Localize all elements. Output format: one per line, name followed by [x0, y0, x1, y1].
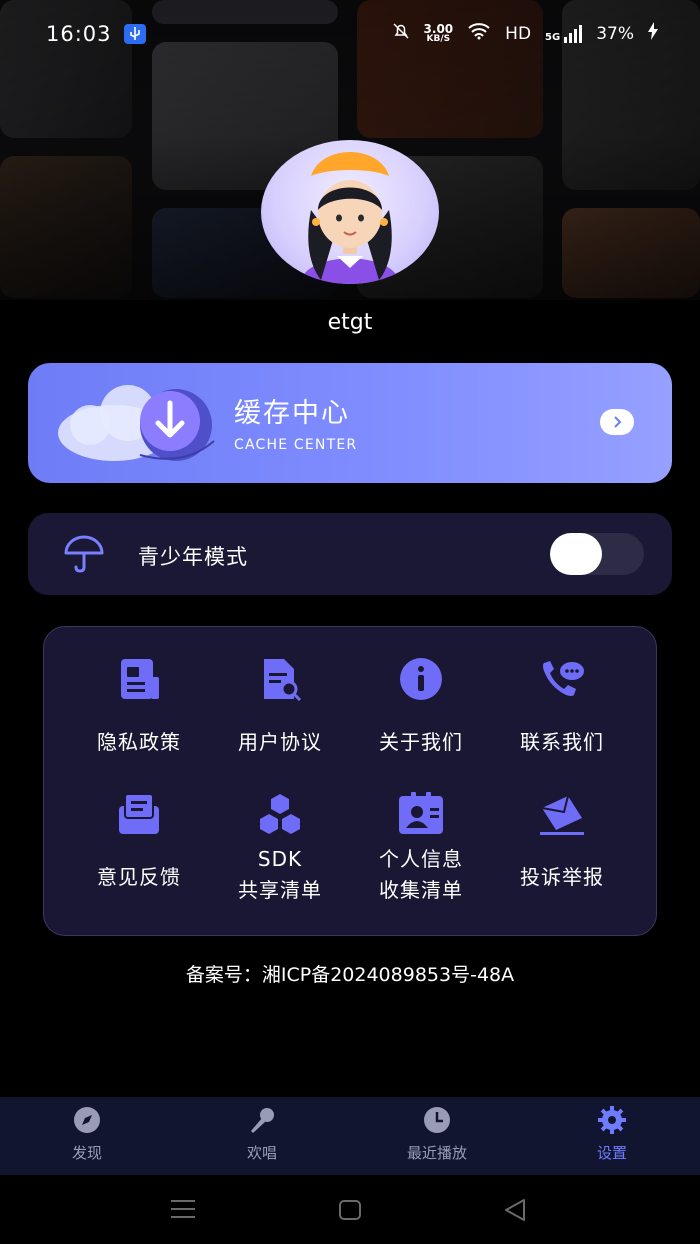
home-icon[interactable]: [338, 1199, 362, 1225]
status-time: 16:03: [46, 22, 112, 46]
icp-record[interactable]: 备案号：湘ICP备2024089853号-48A: [0, 960, 700, 987]
grid-item-personal-info-list[interactable]: 个人信息 收集清单: [351, 792, 491, 902]
complaint-mail-icon: [538, 792, 586, 836]
grid-item-feedback[interactable]: 意见反馈: [69, 792, 209, 902]
grid-item-contact-us[interactable]: 联系我们: [492, 657, 632, 757]
grid-item-label: 关于我们: [379, 730, 463, 754]
umbrella-icon: [64, 535, 104, 577]
hd-label: HD: [505, 23, 532, 44]
toggle-knob: [550, 533, 602, 575]
grid-item-about-us[interactable]: 关于我们: [351, 657, 491, 757]
grid-item-label-line1: SDK: [257, 847, 303, 871]
cache-center-card[interactable]: 缓存中心 CACHE CENTER: [28, 363, 672, 483]
menu-icon[interactable]: [170, 1199, 196, 1223]
tab-settings[interactable]: 设置: [552, 1097, 672, 1175]
grid-item-label: 隐私政策: [97, 730, 181, 754]
battery-percent: 37%: [596, 23, 634, 44]
cache-subtitle: CACHE CENTER: [234, 437, 358, 453]
tab-discover[interactable]: 发现: [27, 1097, 147, 1175]
microphone-icon: [247, 1105, 277, 1135]
grid-item-privacy-policy[interactable]: 隐私政策: [69, 657, 209, 757]
feedback-icon: [115, 792, 163, 836]
grid-item-user-agreement[interactable]: 用户协议: [210, 657, 350, 757]
system-nav-bar: [0, 1175, 700, 1244]
teen-mode-toggle[interactable]: [550, 533, 644, 575]
user-agreement-icon: [256, 657, 304, 702]
wifi-icon: [467, 22, 491, 45]
tab-label: 欢唱: [246, 1144, 277, 1162]
contact-phone-icon: [538, 657, 586, 701]
grid-item-label: 意见反馈: [97, 865, 181, 889]
grid-item-label-line2: 共享清单: [238, 878, 322, 902]
grid-item-label-line1: 个人信息: [379, 847, 463, 871]
grid-item-complaint[interactable]: 投诉举报: [492, 792, 632, 902]
grid-item-label: 投诉举报: [520, 865, 604, 889]
grid-item-label: 用户协议: [238, 730, 322, 754]
privacy-policy-icon: [115, 657, 163, 701]
personal-info-icon: [397, 792, 445, 836]
teen-mode-row: 青少年模式: [28, 513, 672, 595]
chevron-right-icon[interactable]: [600, 409, 634, 435]
status-bar: 16:03 3.00 KB/S HD 5G 37%: [0, 0, 700, 66]
net-speed: 3.00 KB/S: [423, 21, 454, 44]
tab-label: 最近播放: [406, 1144, 467, 1162]
tab-label: 发现: [71, 1144, 102, 1162]
sdk-cubes-icon: [256, 792, 304, 836]
grid-item-label-line2: 收集清单: [379, 878, 463, 902]
teen-mode-label: 青少年模式: [138, 545, 248, 569]
tab-recent[interactable]: 最近播放: [377, 1097, 497, 1175]
cloud-download-icon: [54, 381, 224, 475]
usb-icon: [124, 24, 146, 44]
signal-icon: 5G: [545, 24, 583, 43]
tab-label: 设置: [596, 1144, 627, 1162]
bottom-tab-bar: 发现 欢唱 最近播放 设置: [0, 1097, 700, 1175]
service-grid: 隐私政策 用户协议 关于我们 联系我们 意见反馈 SDK 共享清单 个人信息 收…: [43, 626, 657, 936]
charging-icon: [648, 22, 658, 45]
compass-icon: [72, 1105, 102, 1135]
info-icon: [397, 657, 445, 701]
tab-sing[interactable]: 欢唱: [202, 1097, 322, 1175]
mute-bell-icon: [392, 22, 410, 45]
cache-title: 缓存中心: [234, 398, 350, 429]
back-icon[interactable]: [502, 1197, 528, 1227]
grid-item-sdk-list[interactable]: SDK 共享清单: [210, 792, 350, 902]
username: etgt: [327, 310, 373, 335]
grid-item-label: 联系我们: [520, 730, 604, 754]
gear-icon: [597, 1105, 627, 1135]
clock-icon: [422, 1105, 452, 1135]
avatar[interactable]: [261, 140, 439, 284]
